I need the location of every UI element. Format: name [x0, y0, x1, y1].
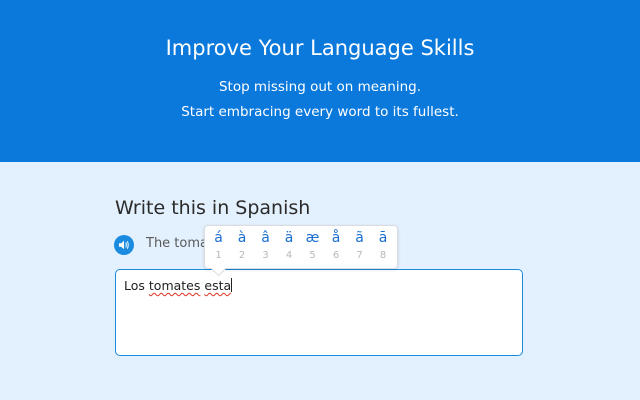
accent-char: ã: [355, 230, 364, 246]
answer-text: Los tomates esta: [124, 278, 233, 294]
accent-shortcut-number: 8: [379, 250, 387, 261]
accent-key-5[interactable]: æ 5: [301, 229, 324, 267]
accent-shortcut-number: 6: [332, 250, 340, 261]
accent-key-6[interactable]: å 6: [325, 229, 348, 267]
speaker-glyph: [119, 240, 129, 250]
answer-word-misspelled: esta: [204, 278, 232, 293]
accent-char: ā: [378, 230, 388, 246]
speaker-icon[interactable]: [114, 235, 134, 255]
accent-shortcut-number: 4: [285, 250, 293, 261]
hero-subtitle-line1: Stop missing out on meaning.: [218, 79, 422, 95]
accent-picker: á 1 à 2 â 3 ä 4 æ 5 å 6 ã 7 ā 8: [204, 225, 398, 269]
accent-key-4[interactable]: ä 4: [278, 229, 301, 267]
accent-char: å: [331, 230, 341, 246]
accent-char: à: [237, 230, 247, 246]
accent-char: á: [214, 230, 223, 246]
answer-textarea[interactable]: Los tomates esta: [115, 269, 523, 356]
accent-char: æ: [305, 230, 320, 246]
accent-key-7[interactable]: ã 7: [348, 229, 371, 267]
accent-key-8[interactable]: ā 8: [372, 229, 395, 267]
accent-key-1[interactable]: á 1: [207, 229, 230, 267]
sentence-to-translate: The tomat: [146, 236, 204, 251]
answer-word-misspelled: tomates: [148, 278, 201, 293]
text-caret: [231, 278, 233, 292]
hero-banner: Improve Your Language Skills Stop missin…: [0, 0, 640, 162]
accent-char: ä: [284, 230, 294, 246]
accent-shortcut-number: 1: [215, 250, 222, 261]
exercise-prompt: Write this in Spanish: [115, 197, 311, 219]
hero-subtitle-line2: Start embracing every word to its fulles…: [181, 104, 459, 120]
accent-shortcut-number: 5: [309, 250, 316, 261]
accent-shortcut-number: 7: [356, 250, 363, 261]
accent-key-2[interactable]: à 2: [231, 229, 254, 267]
answer-word: Los: [124, 278, 145, 293]
accent-char: â: [261, 230, 270, 246]
accent-shortcut-number: 2: [238, 250, 246, 261]
accent-key-3[interactable]: â 3: [254, 229, 277, 267]
hero-title: Improve Your Language Skills: [165, 36, 475, 60]
accent-shortcut-number: 3: [262, 250, 269, 261]
